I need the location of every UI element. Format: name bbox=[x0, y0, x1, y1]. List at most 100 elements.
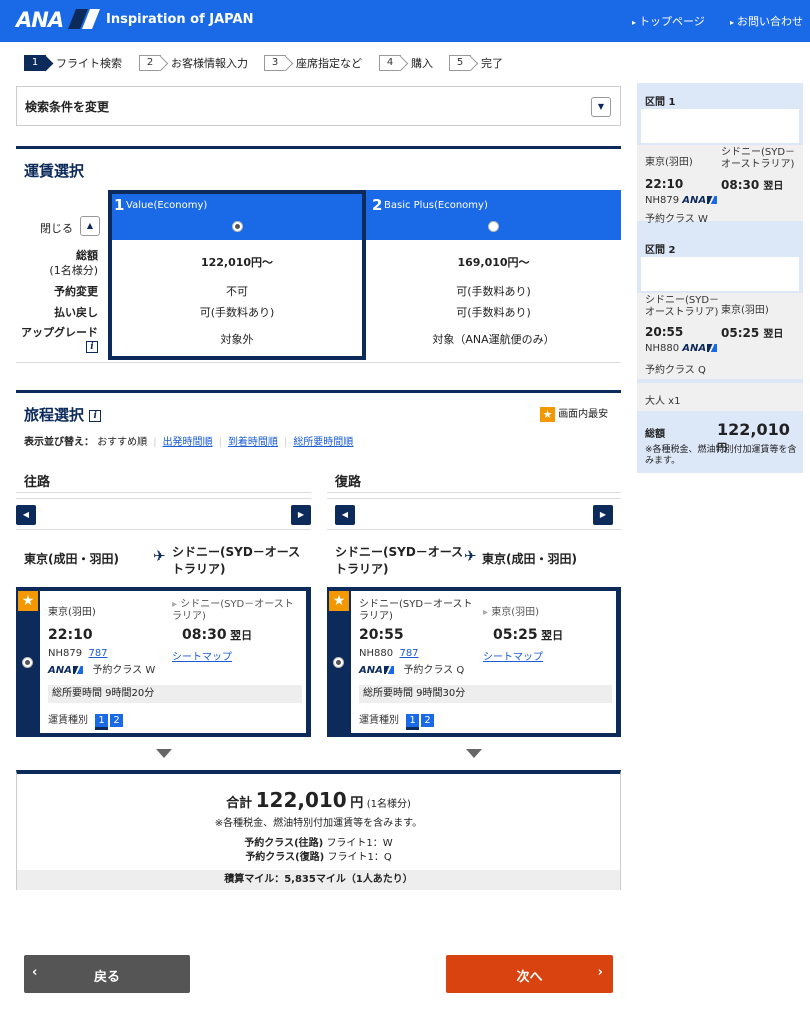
top-page-link[interactable]: ▸ トップページ bbox=[632, 13, 705, 29]
segment1-details: 東京(羽田) シドニー(SYD－オーストラリア) 22:10 08:30 翌日 … bbox=[637, 145, 803, 225]
segment1-placeholder bbox=[641, 109, 799, 143]
sidebar-note: ※各種税金、燃油特別付加運賃等を含みます。 bbox=[645, 445, 797, 466]
class-out-line: 予約クラス(往路) フライト1：W bbox=[244, 838, 393, 849]
chevron-right-icon: ▸ bbox=[730, 18, 735, 27]
total-note: ※各種税金、燃油特別付加運賃等を含みます。 bbox=[214, 818, 423, 829]
fare-option-num: 2 bbox=[372, 196, 383, 214]
sort-duration-link[interactable]: 総所要時間順 bbox=[293, 437, 353, 448]
next-button[interactable]: 次へ › bbox=[446, 955, 613, 993]
segment2-from: シドニー(SYD－オーストラリア) bbox=[645, 295, 720, 318]
flight-card-body: シドニー(SYD－オーストラリア) ▸ 東京(羽田) 20:55 05:25 翌… bbox=[351, 591, 616, 733]
fare-change-value: 可(手数料あり) bbox=[456, 285, 531, 298]
dep-time: 20:55 bbox=[359, 627, 404, 643]
segment2-to: 東京(羽田) bbox=[721, 305, 769, 316]
fare-upgrade-value: 対象外 bbox=[220, 333, 254, 346]
contact-link[interactable]: ▸ お問い合わせ bbox=[730, 13, 803, 29]
segment1-from: 東京(羽田) bbox=[645, 157, 693, 168]
seatmap-link[interactable]: シートマップ bbox=[483, 648, 543, 663]
booking-class: 予約クラス W bbox=[92, 665, 156, 676]
segment2-class: 予約クラス Q bbox=[645, 365, 706, 376]
arr-time: 05:25 bbox=[493, 627, 538, 643]
inbound-heading: 復路 bbox=[335, 475, 362, 490]
fare-type-label: 運賃種別 bbox=[48, 715, 88, 726]
fare-refund-value: 可(手数料あり) bbox=[456, 306, 531, 319]
outbound-from: 東京(成田・羽田) bbox=[24, 552, 119, 566]
collapse-button[interactable]: ▲ bbox=[80, 216, 100, 236]
triangle-down-icon bbox=[466, 749, 482, 758]
sort-bar: 表示並び替え： おすすめ順 | 出発時間順 | 到着時間順 | 総所要時間順 bbox=[24, 437, 354, 448]
sort-departure-link[interactable]: 出発時間順 bbox=[163, 437, 213, 448]
info-icon[interactable]: i bbox=[86, 341, 98, 353]
outbound-heading: 往路 bbox=[24, 475, 51, 490]
segment1-flight: NH879 ANA bbox=[645, 195, 718, 206]
fare-upgrade-value: 対象（ANA運航便のみ） bbox=[432, 333, 555, 346]
fare-option-basic-plus[interactable]: 2 Basic Plus(Economy) bbox=[366, 190, 621, 240]
class-in-line: 予約クラス(復路) フライト1：Q bbox=[245, 852, 392, 863]
fare-total-value: 169,010円～ bbox=[457, 256, 530, 269]
back-button[interactable]: ‹ 戻る bbox=[24, 955, 190, 993]
total-duration: 総所要時間 9時間20分 bbox=[48, 685, 302, 703]
airplane-icon: ✈ bbox=[464, 547, 477, 565]
next-arrow-icon[interactable]: ▶ bbox=[291, 505, 311, 525]
cheapest-legend: ★ 画面内最安 bbox=[540, 405, 608, 422]
section-divider bbox=[16, 390, 621, 393]
aircraft-link[interactable]: 787 bbox=[399, 648, 418, 659]
info-icon[interactable]: i bbox=[89, 409, 102, 422]
prev-arrow-icon[interactable]: ◀ bbox=[335, 505, 355, 525]
inbound-to: 東京(成田・羽田) bbox=[482, 552, 577, 566]
fare-change-value: 不可 bbox=[226, 285, 248, 298]
ana-mini-logo: ANA bbox=[359, 665, 394, 676]
row-label-change: 予約変更 bbox=[54, 285, 98, 298]
ana-mini-logo: ANA bbox=[48, 665, 83, 676]
prev-arrow-icon[interactable]: ◀ bbox=[16, 505, 36, 525]
sort-recommended: おすすめ順 bbox=[97, 437, 148, 448]
fare-type-2-button[interactable]: 2 bbox=[421, 713, 434, 727]
seatmap-link[interactable]: シートマップ bbox=[172, 648, 232, 663]
fare-type-1-button[interactable]: 1 bbox=[406, 713, 419, 727]
step-customer-info: 2 お客様情報入力 bbox=[139, 55, 248, 71]
arr-city: ▸ 東京(羽田) bbox=[483, 607, 540, 618]
aircraft-link[interactable]: 787 bbox=[88, 648, 107, 659]
chevron-down-icon[interactable]: ▼ bbox=[591, 97, 611, 117]
ana-logo[interactable]: ANA bbox=[16, 8, 64, 32]
fare-type-label: 運賃種別 bbox=[359, 715, 399, 726]
segment1-to: シドニー(SYD－オーストラリア) bbox=[721, 147, 796, 170]
next-label: 次へ bbox=[516, 970, 543, 985]
flight-info: NH880 787 bbox=[359, 648, 419, 659]
fare-radio-basic-plus[interactable] bbox=[488, 221, 499, 232]
outbound-to: シドニー(SYD－オーストラリア) bbox=[172, 545, 301, 576]
fare-refund-value: 可(手数料あり) bbox=[199, 306, 275, 319]
outbound-flight-radio[interactable] bbox=[22, 657, 33, 668]
change-search-panel[interactable]: 検索条件を変更 ▼ bbox=[16, 86, 621, 126]
flight-card-body: 東京(羽田) ▸ シドニー(SYD－オーストラリア) 22:10 08:30 翌… bbox=[40, 591, 306, 733]
flight-number: NH879 bbox=[48, 648, 83, 659]
step-purchase: 4 購入 bbox=[379, 55, 433, 71]
fare-type-row: 運賃種別 12 bbox=[48, 711, 125, 727]
inbound-flight-card[interactable]: ★ シドニー(SYD－オーストラリア) ▸ 東京(羽田) 20:55 05:25… bbox=[327, 587, 621, 737]
total-duration: 総所要時間 9時間30分 bbox=[359, 685, 612, 703]
airline-row: ANA 予約クラス W bbox=[48, 661, 155, 676]
fare-type-2-button[interactable]: 2 bbox=[110, 713, 123, 727]
total-unit: 円 bbox=[350, 796, 364, 811]
arr-time-wrap: 08:30 翌日 bbox=[182, 627, 252, 643]
site-header: ANA Inspiration of JAPAN ▸ トップページ ▸ お問い合わせ bbox=[0, 0, 810, 42]
fare-type-row: 運賃種別 12 bbox=[359, 711, 436, 727]
chevron-right-icon: › bbox=[597, 965, 603, 980]
fare-type-1-button[interactable]: 1 bbox=[95, 713, 108, 727]
booking-class: 予約クラス Q bbox=[403, 665, 465, 676]
next-arrow-icon[interactable]: ▶ bbox=[593, 505, 613, 525]
flight-info: NH879 787 bbox=[48, 648, 108, 659]
passenger-row: 大人 x1 bbox=[637, 383, 803, 411]
dep-time: 22:10 bbox=[48, 627, 93, 643]
sort-arrival-link[interactable]: 到着時間順 bbox=[228, 437, 278, 448]
miles-earned: 積算マイル：5,835マイル（1人あたり） bbox=[17, 870, 620, 890]
chevron-up-icon: ▲ bbox=[86, 221, 94, 230]
row-label-total-sub: (1名様分) bbox=[49, 264, 98, 277]
total-per: (1名様分) bbox=[366, 799, 411, 810]
inbound-flight-radio[interactable] bbox=[333, 657, 344, 668]
total-line: 合計 122,010 円 (1名様分) bbox=[17, 788, 620, 812]
outbound-flight-card[interactable]: ★ 東京(羽田) ▸ シドニー(SYD－オーストラリア) 22:10 08:30… bbox=[16, 587, 311, 737]
total-summary: 合計 122,010 円 (1名様分) ※各種税金、燃油特別付加運賃等を含みます… bbox=[16, 770, 621, 890]
star-icon: ★ bbox=[329, 591, 349, 611]
next-day: 翌日 bbox=[541, 629, 564, 642]
